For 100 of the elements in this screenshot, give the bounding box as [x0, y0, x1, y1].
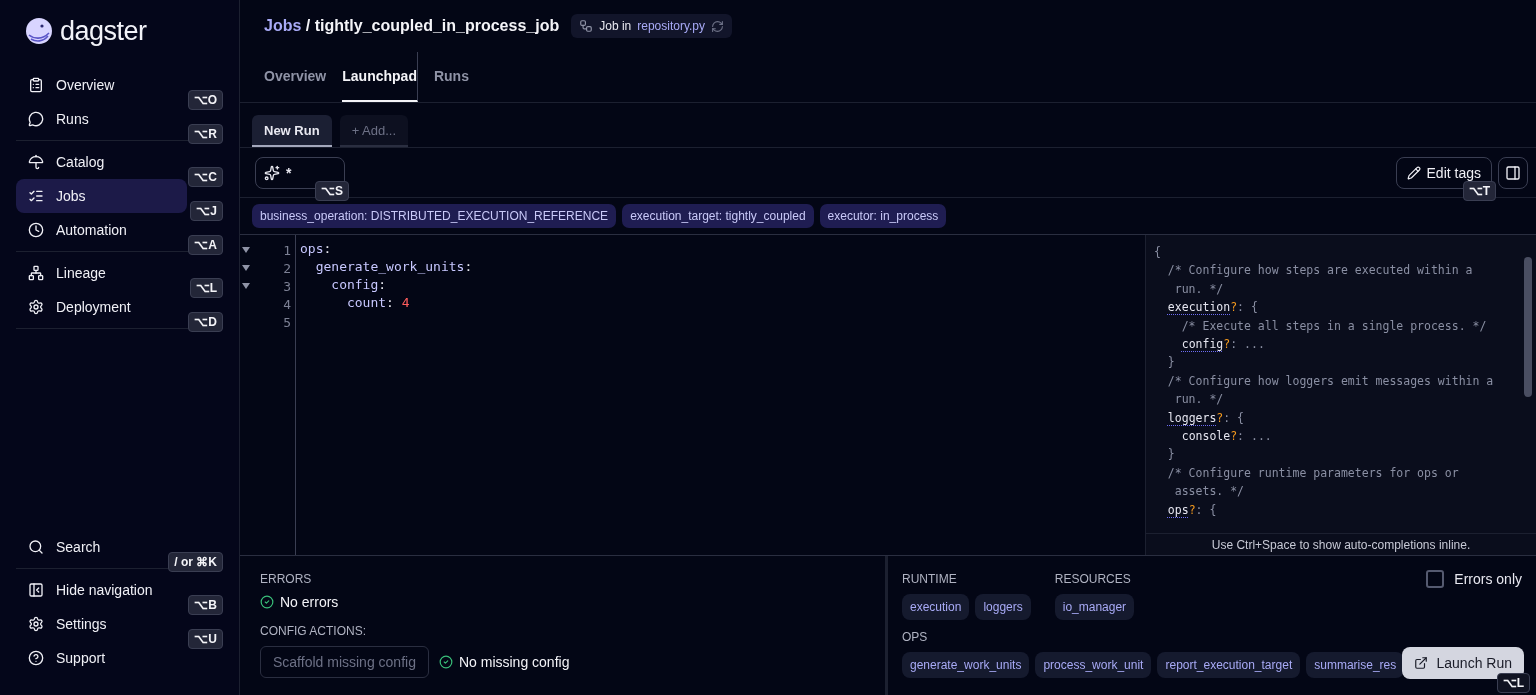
- op-chip[interactable]: summarise_res: [1306, 652, 1405, 678]
- nav-item[interactable]: Catalog: [16, 145, 117, 179]
- run-tab[interactable]: New Run: [252, 115, 332, 147]
- clock-icon: [28, 222, 44, 238]
- nav-item[interactable]: Runs: [16, 102, 101, 136]
- shortcut-hint: ⌥A: [188, 235, 223, 255]
- nav-item[interactable]: Support: [16, 641, 118, 675]
- schema-line: }: [1166, 446, 1176, 464]
- section-heading: RUNTIME: [902, 572, 958, 586]
- checklist-icon: [28, 188, 44, 204]
- line-number: 4: [283, 296, 291, 312]
- shortcut-hint: ⌥U: [188, 629, 223, 649]
- shortcut-hint: ⌥S: [315, 180, 349, 201]
- line-number: 3: [283, 278, 291, 294]
- badge-text: Job in: [599, 19, 632, 33]
- shortcut-hint: ⌥C: [188, 167, 223, 187]
- shortcut-hint: ⌥D: [188, 312, 223, 332]
- check-icon: [260, 595, 274, 609]
- schema-line: loggers?: {: [1166, 409, 1246, 427]
- run-tab[interactable]: + Add...: [339, 115, 409, 147]
- config-chip[interactable]: loggers: [975, 594, 1031, 620]
- section-heading: ERRORS: [260, 572, 313, 586]
- code-line: count: 4: [345, 295, 411, 312]
- fold-arrow-icon[interactable]: [242, 265, 250, 271]
- speech-bubble-icon: [28, 111, 44, 127]
- schema-comment: /* Configure how steps are executed within a: [1166, 262, 1474, 280]
- fold-arrow-icon[interactable]: [242, 247, 250, 253]
- clipboard-icon: [28, 77, 44, 93]
- tab[interactable]: Launchpad: [342, 52, 418, 102]
- schema-comment: assets. */: [1173, 483, 1245, 501]
- schema-comment: /* Execute all steps in a single process. */: [1180, 317, 1488, 335]
- nav-item[interactable]: Settings: [16, 607, 119, 641]
- shortcut-hint: ⌥O: [187, 90, 223, 110]
- nav-item[interactable]: Overview: [16, 68, 127, 102]
- hint-text: Use Ctrl+Space to show auto-completions inline.: [1146, 533, 1536, 555]
- hierarchy-icon: [28, 265, 44, 281]
- section-heading: RESOURCES: [1054, 572, 1132, 586]
- umbrella-icon: [28, 154, 44, 170]
- tab[interactable]: Overview: [264, 52, 327, 102]
- tag: business_operation: DISTRIBUTED_EXECUTION_REFERENCE: [252, 204, 617, 228]
- errors-only-checkbox[interactable]: Errors only: [1426, 570, 1522, 588]
- schema-comment: /* Configure runtime parameters for ops or: [1166, 464, 1460, 482]
- shortcut-hint: / or ⌘K: [168, 552, 223, 572]
- schema-line: {: [1154, 244, 1162, 261]
- schema-comment: run. */: [1173, 280, 1225, 298]
- status-text: No errors: [260, 594, 339, 610]
- launch-run-button[interactable]: Launch Run: [1402, 647, 1524, 679]
- schema-line: }: [1166, 354, 1176, 372]
- op-chip[interactable]: report_execution_target: [1157, 652, 1301, 678]
- section-heading: CONFIG ACTIONS:: [260, 624, 367, 638]
- config-chip[interactable]: io_manager: [1054, 594, 1135, 620]
- schema-line: console?: ...: [1180, 428, 1273, 446]
- search-icon: [28, 539, 44, 555]
- breadcrumb-link[interactable]: Jobs: [264, 17, 302, 34]
- hierarchy-icon: [579, 19, 594, 33]
- shortcut-hint: ⌥L: [189, 278, 223, 298]
- external-link-icon: [1414, 656, 1429, 670]
- code-line: config:: [330, 277, 388, 294]
- op-chip[interactable]: generate_work_units: [902, 652, 1030, 678]
- panel-icon: [28, 582, 44, 598]
- tag: executor: in_process: [819, 204, 947, 228]
- brand-name: dagster: [60, 15, 147, 47]
- config-chip[interactable]: execution: [902, 594, 970, 620]
- schema-line: config?: ...: [1180, 336, 1266, 354]
- op-chip[interactable]: process_work_unit: [1035, 652, 1152, 678]
- line-number: 2: [283, 260, 291, 276]
- nav-item[interactable]: Hide navigation: [16, 573, 165, 607]
- line-number: 5: [283, 314, 291, 330]
- check-icon: [438, 655, 453, 669]
- shortcut-hint: ⌥R: [188, 124, 223, 144]
- nav-item[interactable]: Search: [16, 530, 113, 564]
- schema-comment: /* Configure how loggers emit messages within a: [1166, 372, 1495, 390]
- schema-line: execution?: {: [1166, 299, 1259, 317]
- section-heading: OPS: [902, 630, 929, 644]
- scrollbar[interactable]: [1524, 257, 1532, 397]
- shortcut-hint: ⌥J: [190, 201, 223, 221]
- toggle-panel-button[interactable]: [1498, 156, 1528, 189]
- shortcut-hint: ⌥B: [188, 595, 223, 615]
- schema-line: ops?: {: [1166, 501, 1218, 519]
- panel-icon: [1505, 164, 1521, 181]
- logo-icon: [24, 16, 54, 46]
- nav-item[interactable]: Deployment: [16, 290, 143, 324]
- status-text: No missing config: [438, 654, 570, 670]
- repository-link[interactable]: repository.py: [637, 19, 706, 33]
- settings-icon: [28, 616, 44, 632]
- nav-item[interactable]: Jobs: [16, 179, 187, 213]
- pencil-icon: [1406, 165, 1421, 180]
- fold-arrow-icon[interactable]: [242, 283, 250, 289]
- reload-icon[interactable]: [711, 19, 725, 33]
- line-number: 1: [283, 242, 291, 258]
- help-icon: [28, 650, 44, 666]
- nav-item[interactable]: Automation: [16, 213, 139, 247]
- shortcut-hint: ⌥T: [1462, 180, 1496, 201]
- tag: execution_target: tightly_coupled: [622, 204, 814, 228]
- code-line: generate_work_units:: [314, 259, 473, 276]
- sparkle-icon: [264, 164, 280, 181]
- nav-item[interactable]: Lineage: [16, 256, 118, 290]
- settings-icon: [28, 299, 44, 315]
- code-line: ops:: [300, 241, 333, 258]
- tab[interactable]: Runs: [433, 52, 469, 102]
